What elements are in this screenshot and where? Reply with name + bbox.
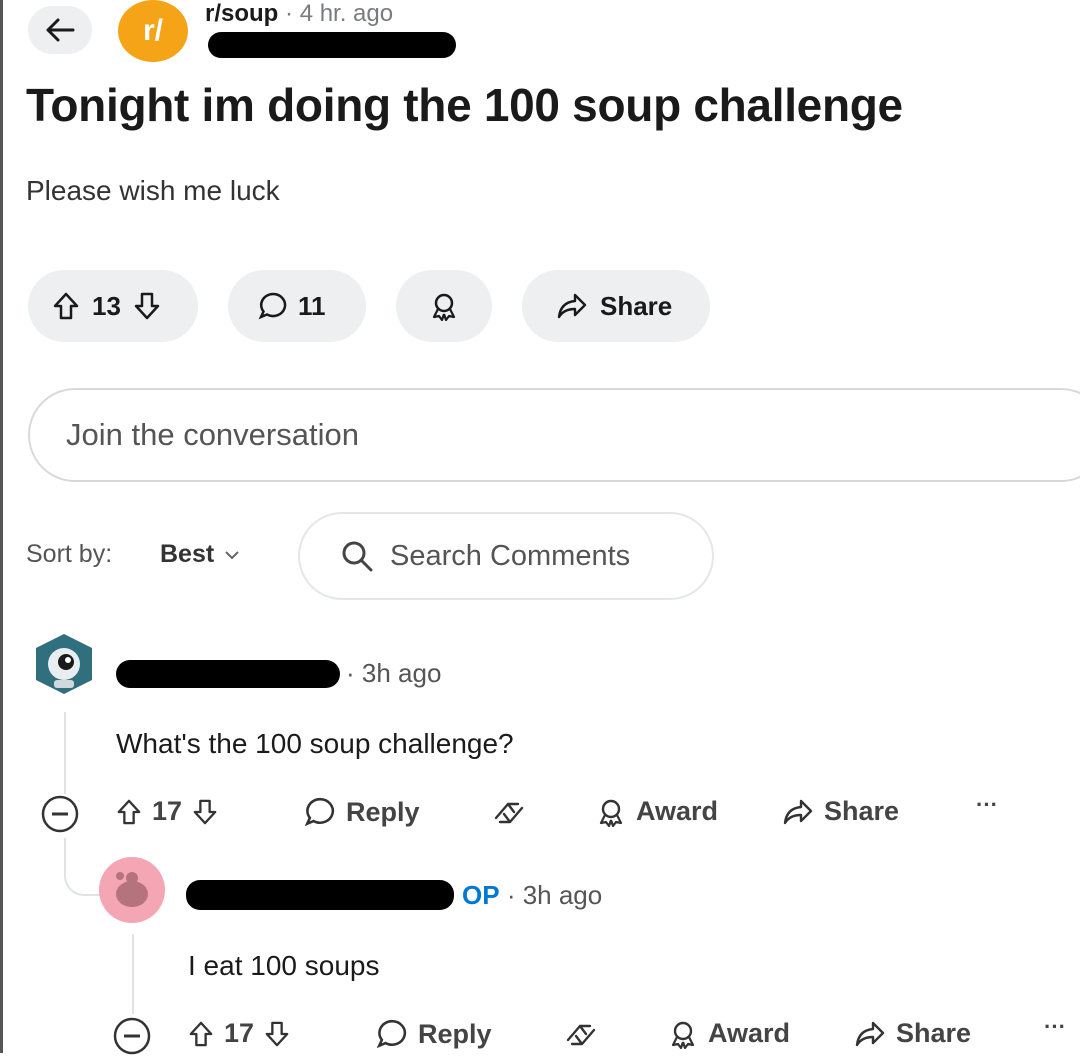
share-label: Share bbox=[824, 796, 900, 826]
award-button[interactable] bbox=[396, 270, 492, 342]
award-label: Award bbox=[636, 796, 719, 826]
comment-actions: 17 Reply Award Share ··· bbox=[40, 790, 1040, 836]
post-body: Please wish me luck bbox=[26, 175, 280, 206]
more-options-icon[interactable]: ··· bbox=[976, 792, 998, 818]
reply-button[interactable]: Reply bbox=[376, 1018, 492, 1050]
share-label: Share bbox=[896, 1018, 972, 1048]
award-icon bbox=[668, 1019, 698, 1049]
reply-time: 3h ago bbox=[522, 880, 603, 910]
comment-time: 3h ago bbox=[361, 658, 442, 688]
redacted-commenter bbox=[116, 660, 340, 688]
meta-separator: · bbox=[346, 658, 355, 688]
downvote-icon[interactable] bbox=[133, 291, 161, 321]
arrow-left-icon bbox=[45, 17, 75, 43]
collapse-icon[interactable] bbox=[40, 794, 80, 834]
share-icon bbox=[782, 798, 814, 826]
comments-button[interactable]: 11 bbox=[228, 270, 366, 342]
comment-icon bbox=[304, 796, 336, 828]
sort-value: Best bbox=[160, 540, 215, 568]
comment-composer[interactable]: Join the conversation bbox=[28, 388, 1080, 482]
meta-separator: · bbox=[506, 880, 523, 910]
left-edge bbox=[0, 0, 3, 1053]
award-icon bbox=[596, 797, 626, 827]
downvote-icon[interactable] bbox=[264, 1020, 290, 1048]
award-icon bbox=[429, 291, 459, 321]
share-icon bbox=[854, 1020, 886, 1048]
comment-meta: · 3h ago bbox=[346, 658, 441, 689]
replier-avatar[interactable] bbox=[98, 856, 166, 924]
comment-text: What's the 100 soup challenge? bbox=[116, 728, 514, 759]
post-score: 13 bbox=[92, 290, 121, 321]
thread-line bbox=[132, 934, 134, 1014]
vote-group: 17 bbox=[116, 796, 218, 827]
reply-label: Reply bbox=[418, 1018, 492, 1049]
share-button[interactable]: Share bbox=[854, 1018, 971, 1049]
upvote-icon[interactable] bbox=[116, 798, 142, 826]
thread-curve bbox=[64, 860, 100, 896]
redacted-replier bbox=[186, 880, 454, 910]
upvote-icon[interactable] bbox=[188, 1020, 214, 1048]
award-label: Award bbox=[708, 1018, 791, 1048]
composer-placeholder: Join the conversation bbox=[66, 417, 359, 452]
chevron-down-icon bbox=[224, 550, 240, 560]
reply-label: Reply bbox=[346, 796, 420, 827]
award-button[interactable]: Award bbox=[668, 1018, 790, 1049]
repost-icon[interactable] bbox=[492, 798, 526, 828]
comment-icon bbox=[376, 1018, 408, 1050]
comment-icon bbox=[258, 291, 288, 321]
sort-label: Sort by: bbox=[26, 540, 113, 568]
reply-meta: OP · 3h ago bbox=[462, 880, 602, 911]
reply-text: I eat 100 soups bbox=[188, 950, 380, 981]
search-placeholder: Search Comments bbox=[390, 539, 631, 572]
reply-actions: 17 Reply Award Share ··· bbox=[112, 1012, 1072, 1058]
share-label: Share bbox=[600, 290, 673, 321]
share-icon bbox=[556, 292, 588, 320]
post-title: Tonight im doing the 100 soup challenge bbox=[26, 79, 903, 131]
share-button[interactable]: Share bbox=[522, 270, 710, 342]
commenter-avatar[interactable] bbox=[30, 630, 98, 698]
search-comments[interactable]: Search Comments bbox=[298, 512, 714, 600]
vote-group: 17 bbox=[188, 1018, 290, 1049]
vote-pill: 13 bbox=[28, 270, 198, 342]
share-button[interactable]: Share bbox=[782, 796, 899, 827]
award-button[interactable]: Award bbox=[596, 796, 718, 827]
subreddit-icon-text: r/ bbox=[142, 14, 163, 47]
upvote-icon[interactable] bbox=[52, 291, 80, 321]
subreddit-link[interactable]: r/soup bbox=[205, 0, 278, 27]
comment-score: 17 bbox=[152, 796, 183, 826]
reply-button[interactable]: Reply bbox=[304, 796, 420, 828]
collapse-icon[interactable] bbox=[112, 1016, 152, 1056]
reply-score: 17 bbox=[224, 1018, 255, 1048]
repost-icon[interactable] bbox=[564, 1020, 598, 1050]
comment-count: 11 bbox=[298, 290, 326, 321]
back-button[interactable] bbox=[28, 6, 92, 54]
downvote-icon[interactable] bbox=[192, 798, 218, 826]
sort-dropdown[interactable]: Best bbox=[160, 540, 240, 569]
post-age: 4 hr. ago bbox=[299, 0, 394, 27]
subreddit-avatar[interactable]: r/ bbox=[118, 0, 188, 62]
op-badge: OP bbox=[462, 880, 500, 910]
redacted-username bbox=[208, 32, 456, 58]
post-meta: r/soup · 4 hr. ago bbox=[205, 0, 393, 28]
search-icon bbox=[340, 539, 374, 573]
thread-line bbox=[64, 712, 66, 794]
more-options-icon[interactable]: ··· bbox=[1044, 1014, 1066, 1040]
meta-separator: · bbox=[285, 0, 294, 27]
